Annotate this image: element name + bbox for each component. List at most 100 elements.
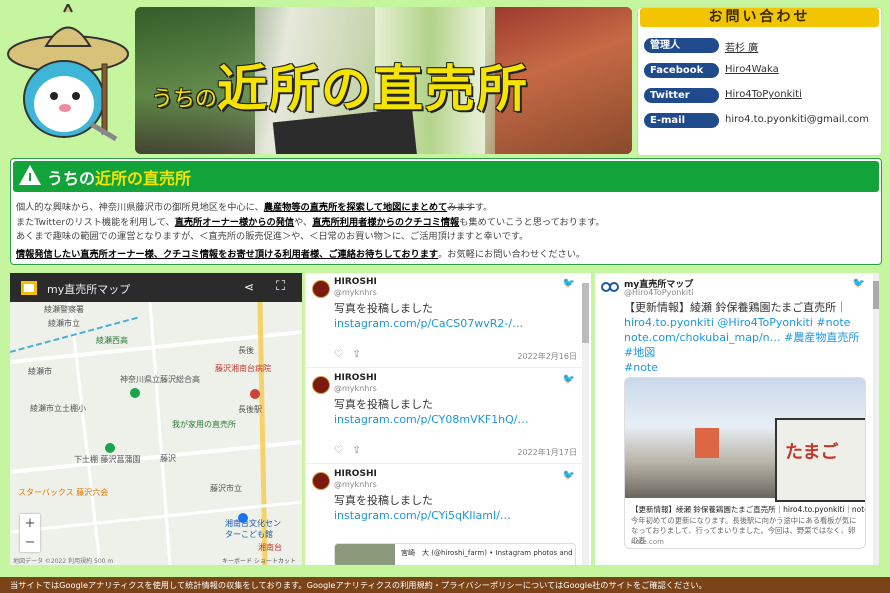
- email-address: hiro4.to.pyonkiti@gmail.com: [725, 114, 870, 125]
- twitter-bird-icon: 🐦: [562, 278, 575, 289]
- contact-label: Facebook: [644, 63, 719, 78]
- zoom-control[interactable]: + −: [20, 514, 40, 552]
- map-label: 我が家用の直売所: [172, 420, 236, 429]
- map-pin[interactable]: [105, 443, 115, 453]
- twitter-bird-icon: 🐦: [852, 278, 865, 289]
- google-map-embed[interactable]: my直売所マップ ⋖ ⛶ 綾瀬警察署 綾瀬市立 綾瀬西高 長後 綾瀬市 神奈川県…: [10, 273, 302, 565]
- map-label: スターバックス 藤沢六会: [18, 488, 109, 497]
- intro-text: またTwitterのリスト機能を利用して、: [16, 217, 175, 228]
- tweet[interactable]: HIROSHI @myknhrs 🐦 写真を投稿しました instagram.co…: [305, 273, 581, 368]
- tweet-body: 写真を投稿しました: [334, 494, 433, 507]
- intro-title-highlight: 近所の直売所: [95, 169, 192, 188]
- map-pin[interactable]: [250, 389, 260, 399]
- map-label: 神奈川県立藤沢総合高: [120, 375, 200, 384]
- scrollbar[interactable]: [873, 273, 879, 565]
- map-terms-link[interactable]: 利用規約: [68, 558, 92, 565]
- zoom-out-button[interactable]: −: [20, 533, 40, 552]
- tweet-link[interactable]: instagram.com/p/CY08mVKF1hQ/…: [334, 413, 528, 426]
- fullscreen-icon[interactable]: ⛶: [276, 279, 285, 294]
- tweet-handle[interactable]: @myknhrs: [334, 288, 377, 297]
- admin-link[interactable]: 若杉 廣: [725, 39, 758, 54]
- tweet-text: 写真を投稿しました instagram.com/p/CaCS07wvR2-/…: [334, 301, 574, 331]
- tweet-handle[interactable]: @myknhrs: [334, 384, 377, 393]
- card-photo: たまご: [625, 378, 865, 502]
- map-pin[interactable]: [130, 388, 140, 398]
- contact-row-twitter: Twitter Hiro4ToPyonkiti: [644, 88, 876, 104]
- map-label: 下土棚 藤沢菖蒲園: [74, 455, 141, 464]
- intro-text: 。お気軽にお問い合わせください。: [438, 249, 586, 260]
- tweet-handle[interactable]: @myknhrs: [334, 480, 377, 489]
- intro-strike: みます: [447, 202, 475, 213]
- preview-title: 宮崎 大 (@hiroshi_farm) • Instagram photos …: [401, 549, 575, 557]
- contact-row-admin: 管理人 若杉 廣: [644, 38, 876, 54]
- twitter-timeline-1[interactable]: HIROSHI @myknhrs 🐦 写真を投稿しました instagram.co…: [305, 273, 591, 565]
- map-scale: 500 m: [94, 558, 114, 565]
- intro-text: す。: [474, 202, 493, 213]
- tweet-link[interactable]: note.com/chokubai_map/n… #農産物直売所 #地図: [624, 331, 859, 359]
- tweet-date[interactable]: 2022年2月16日: [517, 351, 577, 362]
- mascot-logo: [7, 4, 129, 142]
- site-title-big: 近所の直売所: [217, 59, 530, 118]
- share-icon[interactable]: ⋖: [244, 280, 254, 294]
- link-preview-card[interactable]: 宮崎 大 (@hiroshi_farm) • Instagram photos …: [334, 543, 576, 565]
- intro-text: 個人的な興味から、神奈川県藤沢市の御所見地区を中心に、: [16, 202, 264, 213]
- tweet-body: 写真を投稿しました: [334, 398, 433, 411]
- intro-emphasis: 直売所利用者様からのクチコミ情報: [312, 217, 460, 228]
- intro-line-3: あくまで趣味の範囲での運営となりますが、＜直売所の販売促進＞や、＜日常のお買い物…: [16, 231, 529, 242]
- tweet-link[interactable]: instagram.com/p/CaCS07wvR2-/…: [334, 317, 523, 330]
- hero-banner: うちの近所の直売所: [135, 7, 632, 154]
- map-pin[interactable]: [238, 513, 248, 523]
- contact-heading: お問い合わせ: [640, 8, 879, 27]
- tweet[interactable]: HIROSHI @myknhrs 🐦 写真を投稿しました instagram.co…: [305, 465, 581, 565]
- map-label: 綾瀬市立: [48, 319, 80, 328]
- tweet-author[interactable]: HIROSHI: [334, 277, 377, 287]
- twitter-bird-icon: 🐦: [562, 374, 575, 385]
- tweet-body: 【更新情報】綾瀬 鈴保養鶏園たまご直売所｜: [624, 301, 848, 314]
- site-title-small: うちの: [151, 87, 218, 112]
- tweet-link[interactable]: instagram.com/p/CYi5qKIlamI/…: [334, 509, 511, 522]
- contact-row-facebook: Facebook Hiro4Waka: [644, 63, 876, 79]
- map-label: 長後駅: [238, 405, 262, 414]
- like-icon[interactable]: ♡ ⇪: [334, 445, 361, 456]
- like-icon[interactable]: ♡ ⇪: [334, 349, 361, 360]
- tweet-author[interactable]: HIROSHI: [334, 469, 377, 479]
- tweet[interactable]: HIROSHI @myknhrs 🐦 写真を投稿しました instagram.co…: [305, 369, 581, 464]
- map-label: 湘南台文化センターこども館: [225, 519, 281, 539]
- scrollbar[interactable]: [582, 283, 589, 565]
- twitter-bird-icon: 🐦: [562, 470, 575, 481]
- intro-panel: うちの近所の直売所 個人的な興味から、神奈川県藤沢市の御所見地区を中心に、農産物…: [10, 158, 882, 265]
- twitter-link[interactable]: Hiro4ToPyonkiti: [725, 89, 802, 100]
- glasses-avatar-icon[interactable]: [601, 280, 619, 294]
- map-copyright-text: 地図データ ©2022: [13, 558, 67, 565]
- map-label: 藤沢市立: [210, 484, 242, 493]
- link-card[interactable]: たまご 【更新情報】綾瀬 鈴保養鶏園たまご直売所｜hiro4.to.pyonki…: [624, 377, 866, 549]
- preview-thumbnail: [335, 544, 395, 565]
- keyboard-shortcuts[interactable]: キーボード ショートカット: [222, 556, 296, 565]
- tweet-link[interactable]: hiro4.to.pyonkiti @Hiro4ToPyonkiti #note: [624, 316, 850, 329]
- map-label: 綾瀬西高: [96, 336, 128, 345]
- tweet-text: 写真を投稿しました instagram.com/p/CY08mVKF1hQ/…: [334, 397, 574, 427]
- intro-text: も集めていこうと思っております。: [459, 217, 605, 228]
- map-toolbar: my直売所マップ ⋖ ⛶: [10, 273, 302, 302]
- map-icon: [21, 281, 37, 295]
- tweet-author[interactable]: HIROSHI: [334, 373, 377, 383]
- tweet-date[interactable]: 2022年1月17日: [517, 447, 577, 458]
- tweet-handle[interactable]: @Hiro4ToPyonkiti: [624, 288, 694, 297]
- map-label: 綾瀬警察署: [44, 305, 84, 314]
- intro-title: うちの近所の直売所: [47, 165, 191, 189]
- avatar[interactable]: [312, 280, 330, 298]
- avatar[interactable]: [312, 472, 330, 490]
- hashtag-link[interactable]: #note: [624, 361, 658, 374]
- map-label: 湘南台: [258, 543, 282, 552]
- zoom-in-button[interactable]: +: [20, 514, 40, 533]
- facebook-link[interactable]: Hiro4Waka: [725, 64, 779, 75]
- intro-emphasis: 直売所オーナー様からの発信: [174, 217, 295, 228]
- card-domain: note.com: [631, 538, 664, 546]
- map-label: 綾瀬市立土棚小: [30, 404, 86, 413]
- tweet-text: 【更新情報】綾瀬 鈴保養鶏園たまご直売所｜ hiro4.to.pyonkiti …: [624, 300, 864, 375]
- twitter-timeline-2[interactable]: my直売所マップ @Hiro4ToPyonkiti 🐦 【更新情報】綾瀬 鈴保養…: [595, 273, 879, 565]
- card-title: 【更新情報】綾瀬 鈴保養鶏園たまご直売所｜hiro4.to.pyonkiti｜n…: [631, 505, 866, 514]
- intro-title-prefix: うちの: [47, 169, 96, 188]
- map-label: 藤沢: [160, 454, 176, 463]
- avatar[interactable]: [312, 376, 330, 394]
